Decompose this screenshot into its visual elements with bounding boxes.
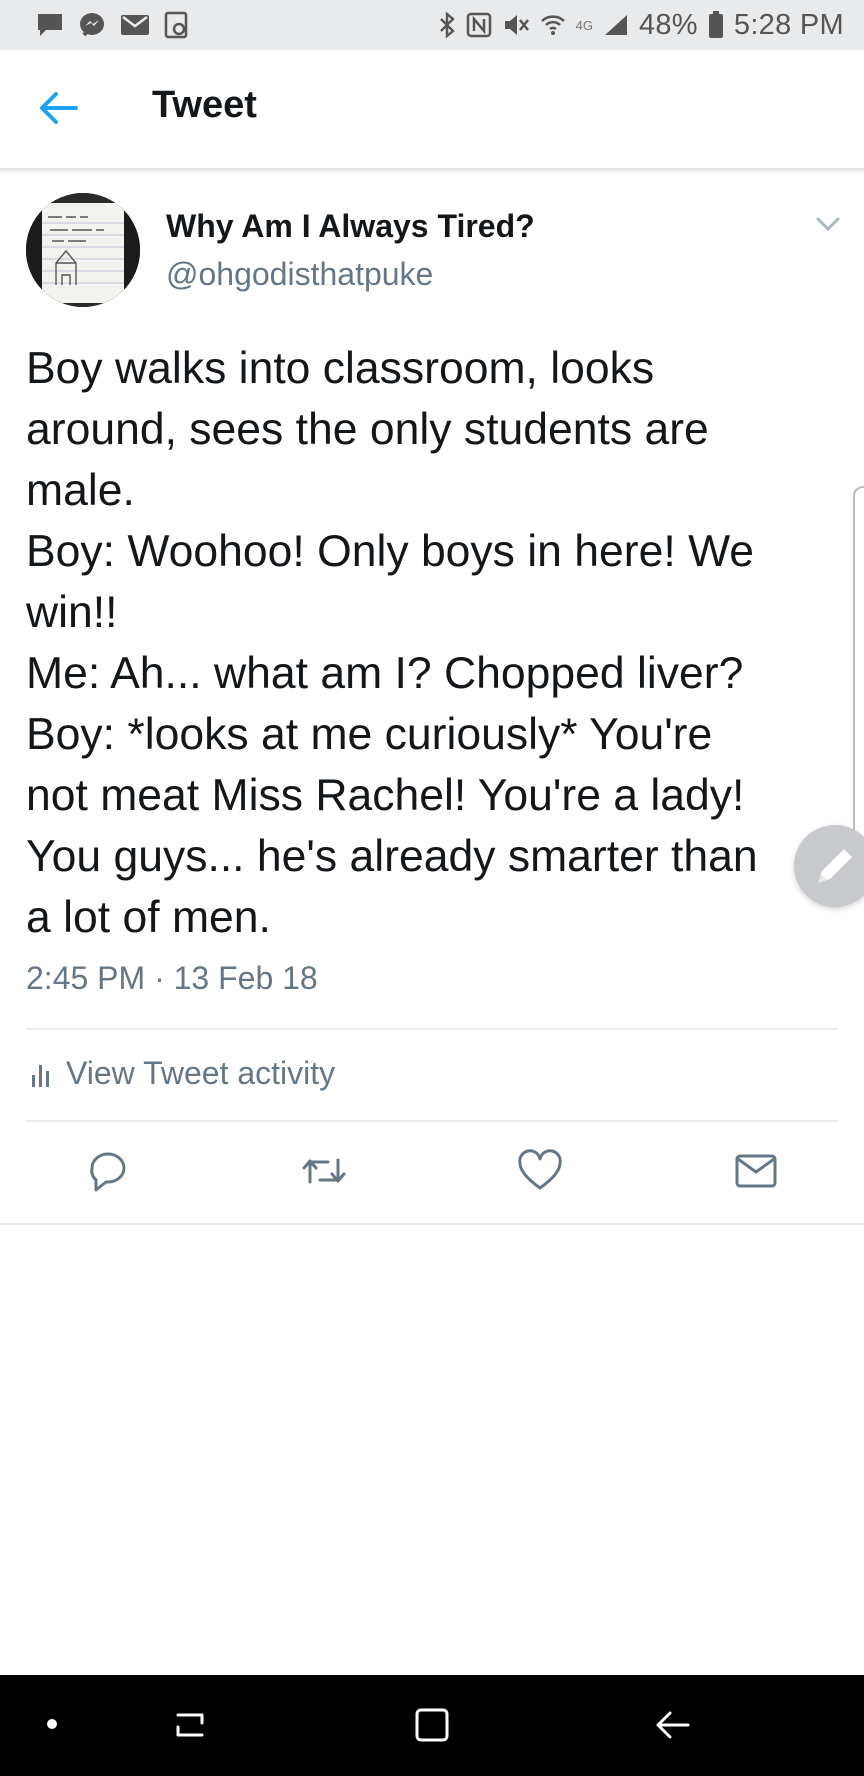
like-icon <box>518 1149 562 1190</box>
chevron-down-icon <box>816 217 840 232</box>
page-title: Tweet <box>152 84 257 126</box>
compose-button[interactable] <box>794 825 864 907</box>
tweet-action-bar <box>0 1148 864 1200</box>
tweet-text-line: Boy: Woohoo! Only boys in here! We <box>26 527 755 576</box>
tweet-text-line: Me: Ah... what am I? Chopped liver? <box>26 649 744 698</box>
view-tweet-activity-link[interactable]: View Tweet activity <box>30 1055 335 1092</box>
messenger-icon <box>78 11 106 39</box>
tweet-options-button[interactable] <box>814 214 842 234</box>
tweet-text-line: not meat Miss Rachel! You're a lady! <box>26 771 745 820</box>
home-button[interactable] <box>412 1705 452 1745</box>
scroll-handle[interactable] <box>853 486 864 846</box>
nav-dot-button[interactable] <box>46 1717 58 1729</box>
mute-icon <box>502 12 530 38</box>
back-button[interactable] <box>36 88 80 128</box>
mail-icon <box>120 13 150 37</box>
network-type: 4G <box>575 17 593 33</box>
tweet-text-line: around, sees the only students are <box>26 405 709 454</box>
share-dm-icon <box>735 1154 777 1188</box>
divider <box>26 1120 838 1122</box>
bluetooth-icon <box>438 11 456 39</box>
reply-icon <box>90 1152 126 1192</box>
divider <box>26 1028 838 1030</box>
battery-percent: 48% <box>638 8 698 41</box>
recent-apps-button[interactable] <box>170 1705 210 1745</box>
app-header: Tweet <box>0 50 864 170</box>
dot-icon <box>47 1719 57 1729</box>
wifi-icon <box>540 13 566 37</box>
status-notification-icons <box>36 11 190 39</box>
retweet-icon <box>302 1158 346 1184</box>
tweet-text: Boy walks into classroom, looks around, … <box>26 338 816 948</box>
screenshot-icon <box>164 11 190 39</box>
tweet-text-line: a lot of men. <box>26 893 271 942</box>
retweet-button[interactable] <box>300 1148 348 1194</box>
tweet-text-line: Boy: *looks at me curiously* You're <box>26 710 713 759</box>
status-bar: 4G 48% 5:28 PM <box>0 0 864 50</box>
reply-button[interactable] <box>84 1148 132 1194</box>
tweet-text-line: Boy walks into classroom, looks <box>26 344 655 393</box>
status-system-icons: 4G 48% 5:28 PM <box>438 9 844 42</box>
clock: 5:28 PM <box>733 8 844 41</box>
signal-icon <box>603 13 629 37</box>
nav-back-button[interactable] <box>652 1705 692 1745</box>
share-dm-button[interactable] <box>732 1148 780 1194</box>
arrow-left-icon <box>40 92 78 124</box>
tweet-text-line: You guys... he's already smarter than <box>26 832 758 881</box>
tweet-text-line: male. <box>26 466 135 515</box>
bar-chart-icon <box>32 1064 49 1087</box>
pencil-icon <box>818 849 852 883</box>
view-tweet-activity-label: View Tweet activity <box>66 1055 336 1091</box>
avatar[interactable] <box>26 193 140 307</box>
android-nav-bar <box>0 1675 864 1776</box>
like-button[interactable] <box>516 1148 564 1194</box>
author-name[interactable]: Why Am I Always Tired? <box>166 208 535 245</box>
home-square-icon <box>415 1708 449 1742</box>
divider <box>0 1223 864 1225</box>
battery-icon <box>708 11 724 39</box>
nfc-icon <box>466 12 492 38</box>
screen: 4G 48% 5:28 PM Tweet Why Am I Always Tir… <box>0 0 864 1776</box>
back-arrow-icon <box>656 1711 690 1739</box>
message-icon <box>36 12 64 38</box>
recents-icon <box>176 1713 204 1737</box>
tweet-text-line: win!! <box>26 588 118 637</box>
tweet-timestamp: 2:45 PM · 13 Feb 18 <box>26 960 318 996</box>
author-handle[interactable]: @ohgodisthatpuke <box>166 256 433 293</box>
